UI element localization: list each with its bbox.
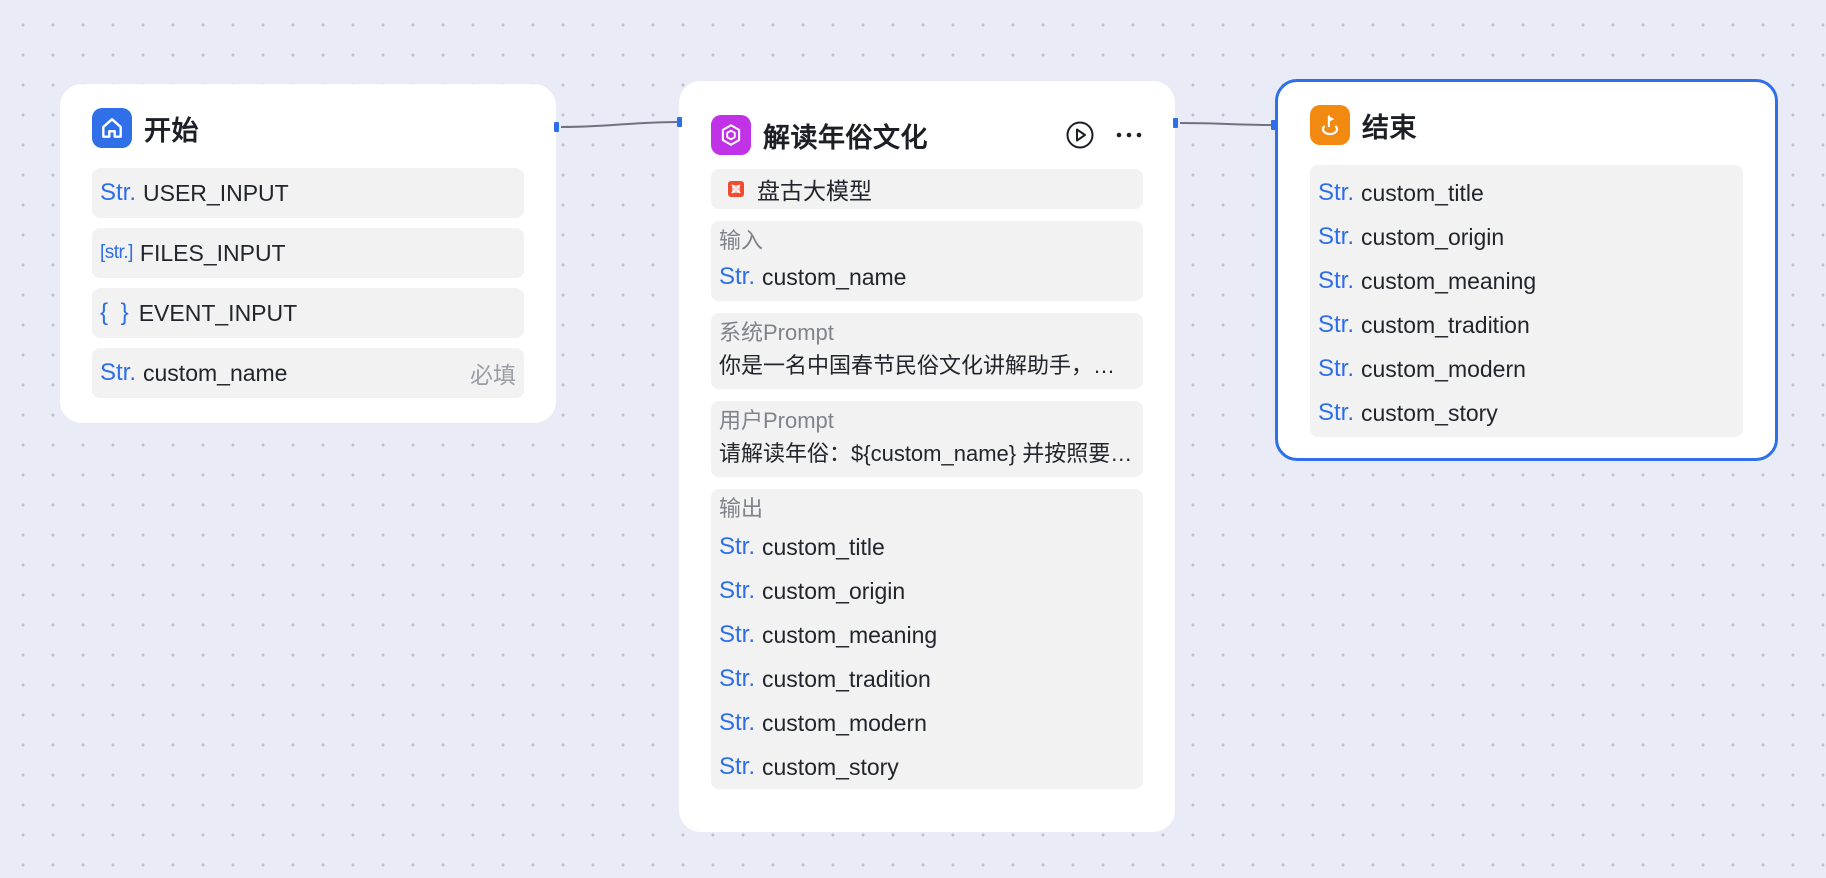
output-section[interactable]: 输出 Str. custom_title Str. custom_origin … xyxy=(711,489,1143,789)
output-field-row: Str. custom_origin xyxy=(719,569,1135,613)
system-prompt-label: 系统Prompt xyxy=(719,320,834,345)
user-prompt-text: 请解读年俗：${custom_name} 并按照要求输出对应内容。 xyxy=(719,441,1135,466)
type-tag: Str. xyxy=(719,709,756,736)
type-tag: Str. xyxy=(1318,179,1355,206)
var-name: custom_modern xyxy=(762,709,927,736)
var-name: custom_origin xyxy=(1361,223,1505,250)
home-icon xyxy=(92,108,132,148)
var-name: FILES_INPUT xyxy=(139,239,286,266)
output-field-row: Str. custom_title xyxy=(719,525,1135,569)
output-field-row: Str. custom_modern xyxy=(719,701,1135,745)
var-name: EVENT_INPUT xyxy=(138,299,298,326)
type-tag: { } xyxy=(100,299,132,326)
type-tag: Str. xyxy=(719,577,756,604)
type-tag: Str. xyxy=(719,621,756,648)
output-field-row: Str. custom_story xyxy=(719,745,1135,789)
type-tag: Str. xyxy=(100,179,137,206)
start-field-user-input[interactable]: Str. USER_INPUT xyxy=(92,168,524,218)
start-field-files-input[interactable]: [str.] FILES_INPUT xyxy=(92,228,524,278)
llm-input-port[interactable] xyxy=(677,117,682,127)
var-name: custom_meaning xyxy=(762,621,938,648)
model-selector[interactable]: 盘古大模型 xyxy=(711,169,1143,209)
type-tag: Str. xyxy=(719,665,756,692)
end-output-list[interactable]: Str. custom_title Str. custom_origin Str… xyxy=(1310,165,1743,437)
end-field-row: Str. custom_meaning xyxy=(1318,259,1735,303)
end-input-port[interactable] xyxy=(1271,120,1276,130)
start-output-port[interactable] xyxy=(554,122,559,132)
var-name: custom_meaning xyxy=(1361,267,1537,294)
hexagon-cube-icon xyxy=(711,115,751,155)
user-prompt-section[interactable]: 用户Prompt 请解读年俗：${custom_name} 并按照要求输出对应内… xyxy=(711,401,1143,477)
run-node-button[interactable] xyxy=(1065,120,1095,150)
llm-output-port[interactable] xyxy=(1173,118,1178,128)
start-field-event-input[interactable]: { } EVENT_INPUT xyxy=(92,288,524,338)
model-name: 盘古大模型 xyxy=(757,178,872,204)
end-field-row: Str. custom_modern xyxy=(1318,347,1735,391)
end-node-title: 结束 xyxy=(1362,112,1417,144)
end-node-header: 结束 xyxy=(1310,105,1743,145)
llm-node[interactable]: 解读年俗文化 盘古大模型 输入 Str. custom_name 系统Promp… xyxy=(679,81,1175,832)
type-tag: Str. xyxy=(1318,311,1355,338)
var-name: USER_INPUT xyxy=(143,179,289,206)
type-tag: Str. xyxy=(719,263,756,290)
flag-end-icon xyxy=(1310,105,1350,145)
end-field-row: Str. custom_tradition xyxy=(1318,303,1735,347)
start-node-title: 开始 xyxy=(144,115,199,147)
var-name: custom_title xyxy=(1361,179,1484,206)
var-name: custom_tradition xyxy=(762,665,931,692)
var-name: custom_name xyxy=(762,263,907,290)
input-field-row: Str. custom_name xyxy=(719,257,1135,297)
type-tag: Str. xyxy=(1318,355,1355,382)
var-name: custom_title xyxy=(762,533,885,560)
required-badge: 必填 xyxy=(470,362,516,388)
edge-llm-to-end[interactable] xyxy=(1179,122,1274,126)
output-field-row: Str. custom_tradition xyxy=(719,657,1135,701)
pangu-model-icon xyxy=(727,180,745,198)
input-section[interactable]: 输入 Str. custom_name xyxy=(711,221,1143,301)
type-tag: Str. xyxy=(1318,399,1355,426)
type-tag: Str. xyxy=(1318,223,1355,250)
system-prompt-section[interactable]: 系统Prompt 你是一名中国春节民俗文化讲解助手，擅长用通俗易懂的语言介绍春节… xyxy=(711,313,1143,389)
type-tag: Str. xyxy=(719,533,756,560)
start-field-custom-name[interactable]: Str. custom_name 必填 xyxy=(92,348,524,398)
more-options-button[interactable] xyxy=(1115,120,1143,150)
play-circle-icon xyxy=(1066,121,1094,149)
system-prompt-text: 你是一名中国春节民俗文化讲解助手，擅长用通俗易懂的语言介绍春节习俗。 xyxy=(719,353,1135,378)
llm-node-header: 解读年俗文化 xyxy=(711,115,1143,155)
edge-start-to-llm[interactable] xyxy=(560,121,682,128)
workflow-canvas[interactable]: 开始 Str. USER_INPUT [str.] FILES_INPUT { … xyxy=(0,0,1826,878)
start-node[interactable]: 开始 Str. USER_INPUT [str.] FILES_INPUT { … xyxy=(60,84,556,423)
var-name: custom_origin xyxy=(762,577,906,604)
end-field-row: Str. custom_title xyxy=(1318,171,1735,215)
var-name: custom_name xyxy=(143,359,288,386)
output-section-label: 输出 xyxy=(719,496,764,521)
type-tag: Str. xyxy=(719,753,756,780)
var-name: custom_modern xyxy=(1361,355,1526,382)
user-prompt-label: 用户Prompt xyxy=(719,408,834,433)
var-name: custom_story xyxy=(762,753,899,780)
more-dots-icon xyxy=(1116,132,1142,138)
type-tag: [str.] xyxy=(100,242,133,263)
llm-node-actions xyxy=(1065,120,1143,150)
end-field-row: Str. custom_story xyxy=(1318,391,1735,435)
type-tag: Str. xyxy=(100,359,137,386)
start-node-header: 开始 xyxy=(92,108,524,148)
llm-node-title: 解读年俗文化 xyxy=(763,122,928,154)
output-field-row: Str. custom_meaning xyxy=(719,613,1135,657)
type-tag: Str. xyxy=(1318,267,1355,294)
var-name: custom_tradition xyxy=(1361,311,1530,338)
end-node[interactable]: 结束 Str. custom_title Str. custom_origin … xyxy=(1275,79,1778,461)
input-section-label: 输入 xyxy=(719,228,764,253)
var-name: custom_story xyxy=(1361,399,1498,426)
end-field-row: Str. custom_origin xyxy=(1318,215,1735,259)
